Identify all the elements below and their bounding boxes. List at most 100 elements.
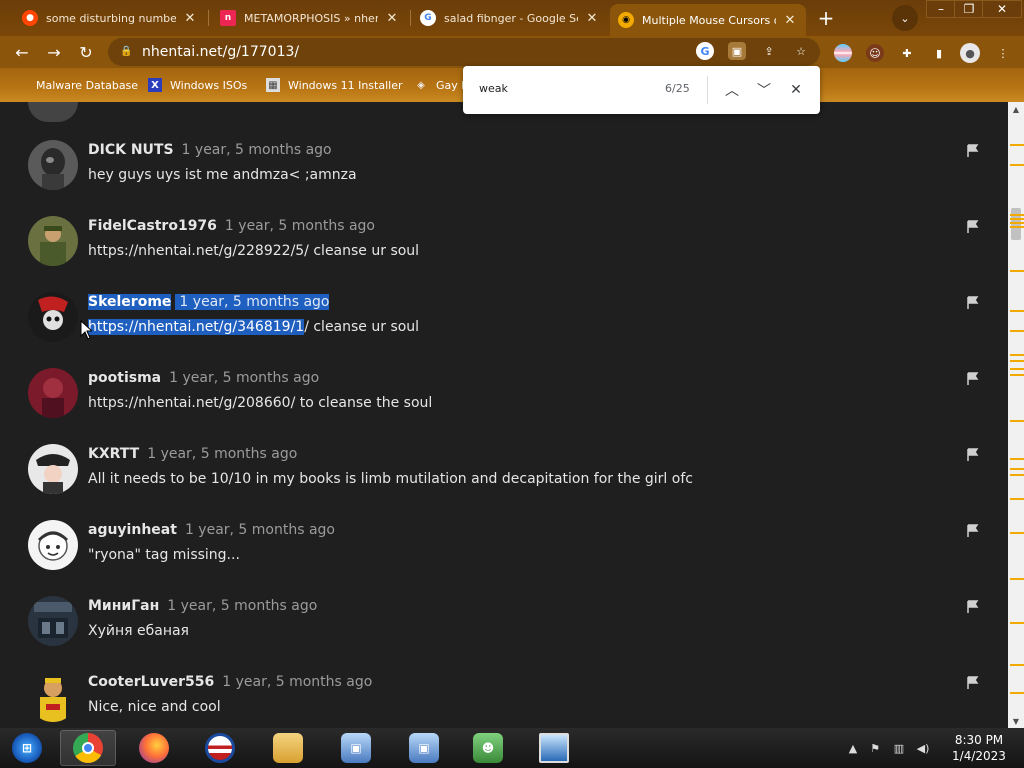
flag-icon[interactable] [966, 676, 980, 690]
clock-date: 1/4/2023 [952, 749, 1006, 763]
action-center-flag-icon[interactable]: ⚑ [868, 741, 882, 755]
comment-username[interactable]: KXRTT [88, 446, 139, 462]
comment: CooterLuver556 1 year, 5 months ago Nice… [0, 662, 1008, 728]
forward-button[interactable]: → [42, 40, 66, 64]
comment-username[interactable]: FidelCastro1976 [88, 218, 217, 234]
comment-time: 1 year, 5 months ago [175, 294, 330, 310]
comment-meta: KXRTT 1 year, 5 months ago [88, 444, 297, 464]
comment-body: "ryona" tag missing... [88, 547, 240, 563]
comment-meta: DICK NUTS 1 year, 5 months ago [88, 140, 332, 160]
tab-reddit[interactable]: ● some disturbing numbers ✕ [14, 4, 206, 32]
minimize-button[interactable]: – [926, 0, 956, 18]
menu-kebab-icon[interactable]: ⋮ [994, 44, 1012, 62]
avatar[interactable] [28, 520, 78, 570]
comment-username[interactable]: pootisma [88, 370, 161, 386]
comment: pootisma 1 year, 5 months ago https://nh… [0, 358, 1008, 434]
mouse-icon: ◉ [618, 12, 634, 28]
flag-icon[interactable] [966, 600, 980, 614]
comment-username[interactable]: aguyinheat [88, 522, 177, 538]
find-next-button[interactable]: ﹀ [752, 78, 776, 102]
close-tab-icon[interactable]: ✕ [782, 12, 798, 28]
tab-multiple-mouse-cursors[interactable]: ◉ Multiple Mouse Cursors on ✕ [610, 4, 806, 36]
avatar[interactable] [28, 444, 78, 494]
lock-icon[interactable]: 🔒 [120, 46, 132, 58]
find-marker [1010, 692, 1024, 694]
show-hidden-icons-icon[interactable]: ▲ [846, 741, 860, 755]
comment-username[interactable]: DICK NUTS [88, 142, 174, 158]
find-marker [1010, 532, 1024, 534]
extension-avatar-icon[interactable]: ☺ [866, 44, 884, 62]
close-window-button[interactable]: ✕ [982, 0, 1022, 18]
close-tab-icon[interactable]: ✕ [584, 10, 600, 26]
bookmark-gay[interactable]: ◈ Gay h [414, 76, 468, 94]
comment-username[interactable]: МиниГан [88, 598, 159, 614]
avatar[interactable] [28, 292, 78, 342]
taskbar-file-explorer[interactable] [260, 730, 316, 766]
taskbar-photo-viewer[interactable] [526, 730, 582, 766]
extensions-puzzle-icon[interactable]: ✚ [898, 44, 916, 62]
scrollbar-thumb[interactable] [1011, 208, 1021, 240]
avatar[interactable] [28, 368, 78, 418]
scroll-up-arrow[interactable]: ▲ [1008, 102, 1024, 116]
comment-meta: CooterLuver556 1 year, 5 months ago [88, 672, 372, 692]
google-lens-icon[interactable]: G [696, 42, 714, 60]
taskbar-firefox[interactable] [126, 730, 182, 766]
start-button[interactable]: ⊞ [0, 730, 54, 766]
find-match-count: 6/25 [665, 82, 690, 95]
avatar[interactable] [28, 596, 78, 646]
taskbar-obama[interactable] [192, 730, 248, 766]
find-close-button[interactable]: ✕ [784, 78, 808, 102]
avatar[interactable] [28, 672, 78, 722]
side-panel-icon[interactable]: ▮ [930, 44, 948, 62]
system-clock[interactable]: 8:30 PM 1/4/2023 [944, 732, 1014, 764]
find-previous-button[interactable]: ︿ [720, 78, 744, 102]
comment-body: https://nhentai.net/g/346819/1/ cleanse … [88, 317, 419, 337]
comment-body-rest: / cleanse ur soul [304, 319, 420, 335]
restore-button[interactable]: ❐ [954, 0, 984, 18]
taskbar-chrome[interactable] [60, 730, 116, 766]
network-icon[interactable]: ▥ [892, 741, 906, 755]
comment-time: 1 year, 5 months ago [167, 598, 318, 614]
nhentai-icon: n [220, 10, 236, 26]
firefox-icon [139, 733, 169, 763]
install-app-icon[interactable]: ▣ [728, 42, 746, 60]
bookmark-windows-11-installer[interactable]: ▦ Windows 11 Installer [266, 76, 403, 94]
page-scrollbar[interactable]: ▲ ▼ [1008, 102, 1024, 728]
tab-google-search[interactable]: G salad fibnger - Google Search ✕ [412, 4, 608, 32]
bookmark-windows-isos[interactable]: X Windows ISOs [148, 76, 247, 94]
scroll-down-arrow[interactable]: ▼ [1008, 714, 1024, 728]
bookmark-star-icon[interactable]: ☆ [792, 42, 810, 60]
avatar[interactable] [28, 140, 78, 190]
find-input[interactable]: weak [479, 82, 508, 95]
taskbar-users-app[interactable]: ☻ [460, 730, 516, 766]
flag-icon[interactable] [966, 296, 980, 310]
share-icon[interactable]: ⇪ [760, 42, 778, 60]
back-button[interactable]: ← [10, 40, 34, 64]
tab-search-button[interactable]: ⌄ [892, 5, 918, 31]
avatar[interactable] [28, 216, 78, 266]
profile-avatar-icon[interactable]: ● [960, 43, 980, 63]
flag-icon[interactable] [966, 372, 980, 386]
taskbar-network-app[interactable]: ▣ [328, 730, 384, 766]
new-tab-button[interactable]: + [812, 4, 840, 32]
tab-label: METAMORPHOSIS » nhentai [244, 11, 378, 25]
bookmark-malware-database[interactable]: Malware Database [14, 76, 138, 94]
flag-icon[interactable] [966, 220, 980, 234]
extension-flag-icon[interactable] [834, 44, 852, 62]
taskbar-network-app-2[interactable]: ▣ [396, 730, 452, 766]
selected-link[interactable]: https://nhentai.net/g/346819/1 [88, 319, 305, 335]
flag-icon[interactable] [966, 524, 980, 538]
reload-button[interactable]: ↻ [74, 40, 98, 64]
comment-username[interactable]: CooterLuver556 [88, 674, 214, 690]
comment-meta: pootisma 1 year, 5 months ago [88, 368, 319, 388]
volume-icon[interactable]: ◀) [916, 741, 930, 755]
find-marker [1010, 498, 1024, 500]
windows-taskbar: ⊞ ▣ ▣ ☻ ▲ ⚑ ▥ ◀) 8:30 PM 1/4/2023 [0, 728, 1024, 768]
close-tab-icon[interactable]: ✕ [182, 10, 198, 26]
flag-icon[interactable] [966, 144, 980, 158]
find-marker [1010, 214, 1024, 216]
flag-icon[interactable] [966, 448, 980, 462]
tab-nhentai[interactable]: n METAMORPHOSIS » nhentai ✕ [212, 4, 408, 32]
close-tab-icon[interactable]: ✕ [384, 10, 400, 26]
comment-username[interactable]: Skelerome [88, 294, 172, 310]
